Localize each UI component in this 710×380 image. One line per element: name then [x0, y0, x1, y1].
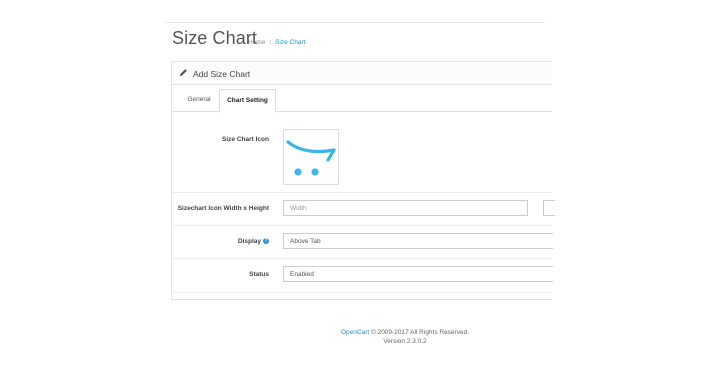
icon-size-label: Sizechart Icon Width x Height — [177, 205, 269, 212]
panel-title: Add Size Chart — [193, 69, 251, 79]
width-input[interactable]: Width — [283, 200, 528, 216]
footer-copyright: © 2009-2017 All Rights Reserved. — [370, 329, 469, 336]
display-select[interactable]: Above Tab — [283, 233, 553, 249]
tab-general[interactable]: General — [180, 89, 218, 110]
display-row: Display? Above Tab — [172, 226, 553, 259]
breadcrumb-home[interactable]: Home — [248, 39, 265, 46]
size-chart-icon-thumbnail[interactable] — [283, 129, 339, 185]
status-select[interactable]: Enabled — [283, 266, 553, 282]
footer-copyright-line: OpenCart © 2009-2017 All Rights Reserved… — [300, 328, 510, 337]
status-row: Status Enabled — [172, 259, 553, 293]
size-chart-icon-row: Size Chart Icon — [172, 120, 552, 193]
help-icon[interactable]: ? — [263, 238, 269, 245]
height-input[interactable] — [543, 200, 555, 216]
add-size-chart-panel: Add Size Chart General Chart Setting Siz… — [171, 61, 555, 300]
breadcrumb-size-chart[interactable]: Size Chart — [275, 39, 305, 46]
footer: OpenCart © 2009-2017 All Rights Reserved… — [300, 328, 510, 346]
status-label: Status — [249, 271, 269, 278]
page-title: Size Chart — [172, 28, 258, 48]
icon-size-row: Sizechart Icon Width x Height Width — [172, 193, 555, 226]
cart-icon — [286, 140, 336, 176]
display-label: Display? — [238, 238, 269, 245]
opencart-link[interactable]: OpenCart — [341, 329, 369, 336]
tab-chart-setting[interactable]: Chart Setting — [219, 89, 276, 113]
display-label-text: Display — [237, 238, 261, 245]
footer-version: Version 2.3.0.2 — [383, 338, 427, 345]
panel-heading: Add Size Chart — [172, 62, 552, 85]
tab-bar: General Chart Setting — [172, 89, 552, 113]
top-divider — [165, 22, 545, 23]
breadcrumb-separator: | — [269, 39, 272, 46]
breadcrumb: Home | Size Chart — [248, 39, 305, 46]
size-chart-icon-label: Size Chart Icon — [222, 136, 269, 143]
pencil-icon — [179, 69, 187, 77]
